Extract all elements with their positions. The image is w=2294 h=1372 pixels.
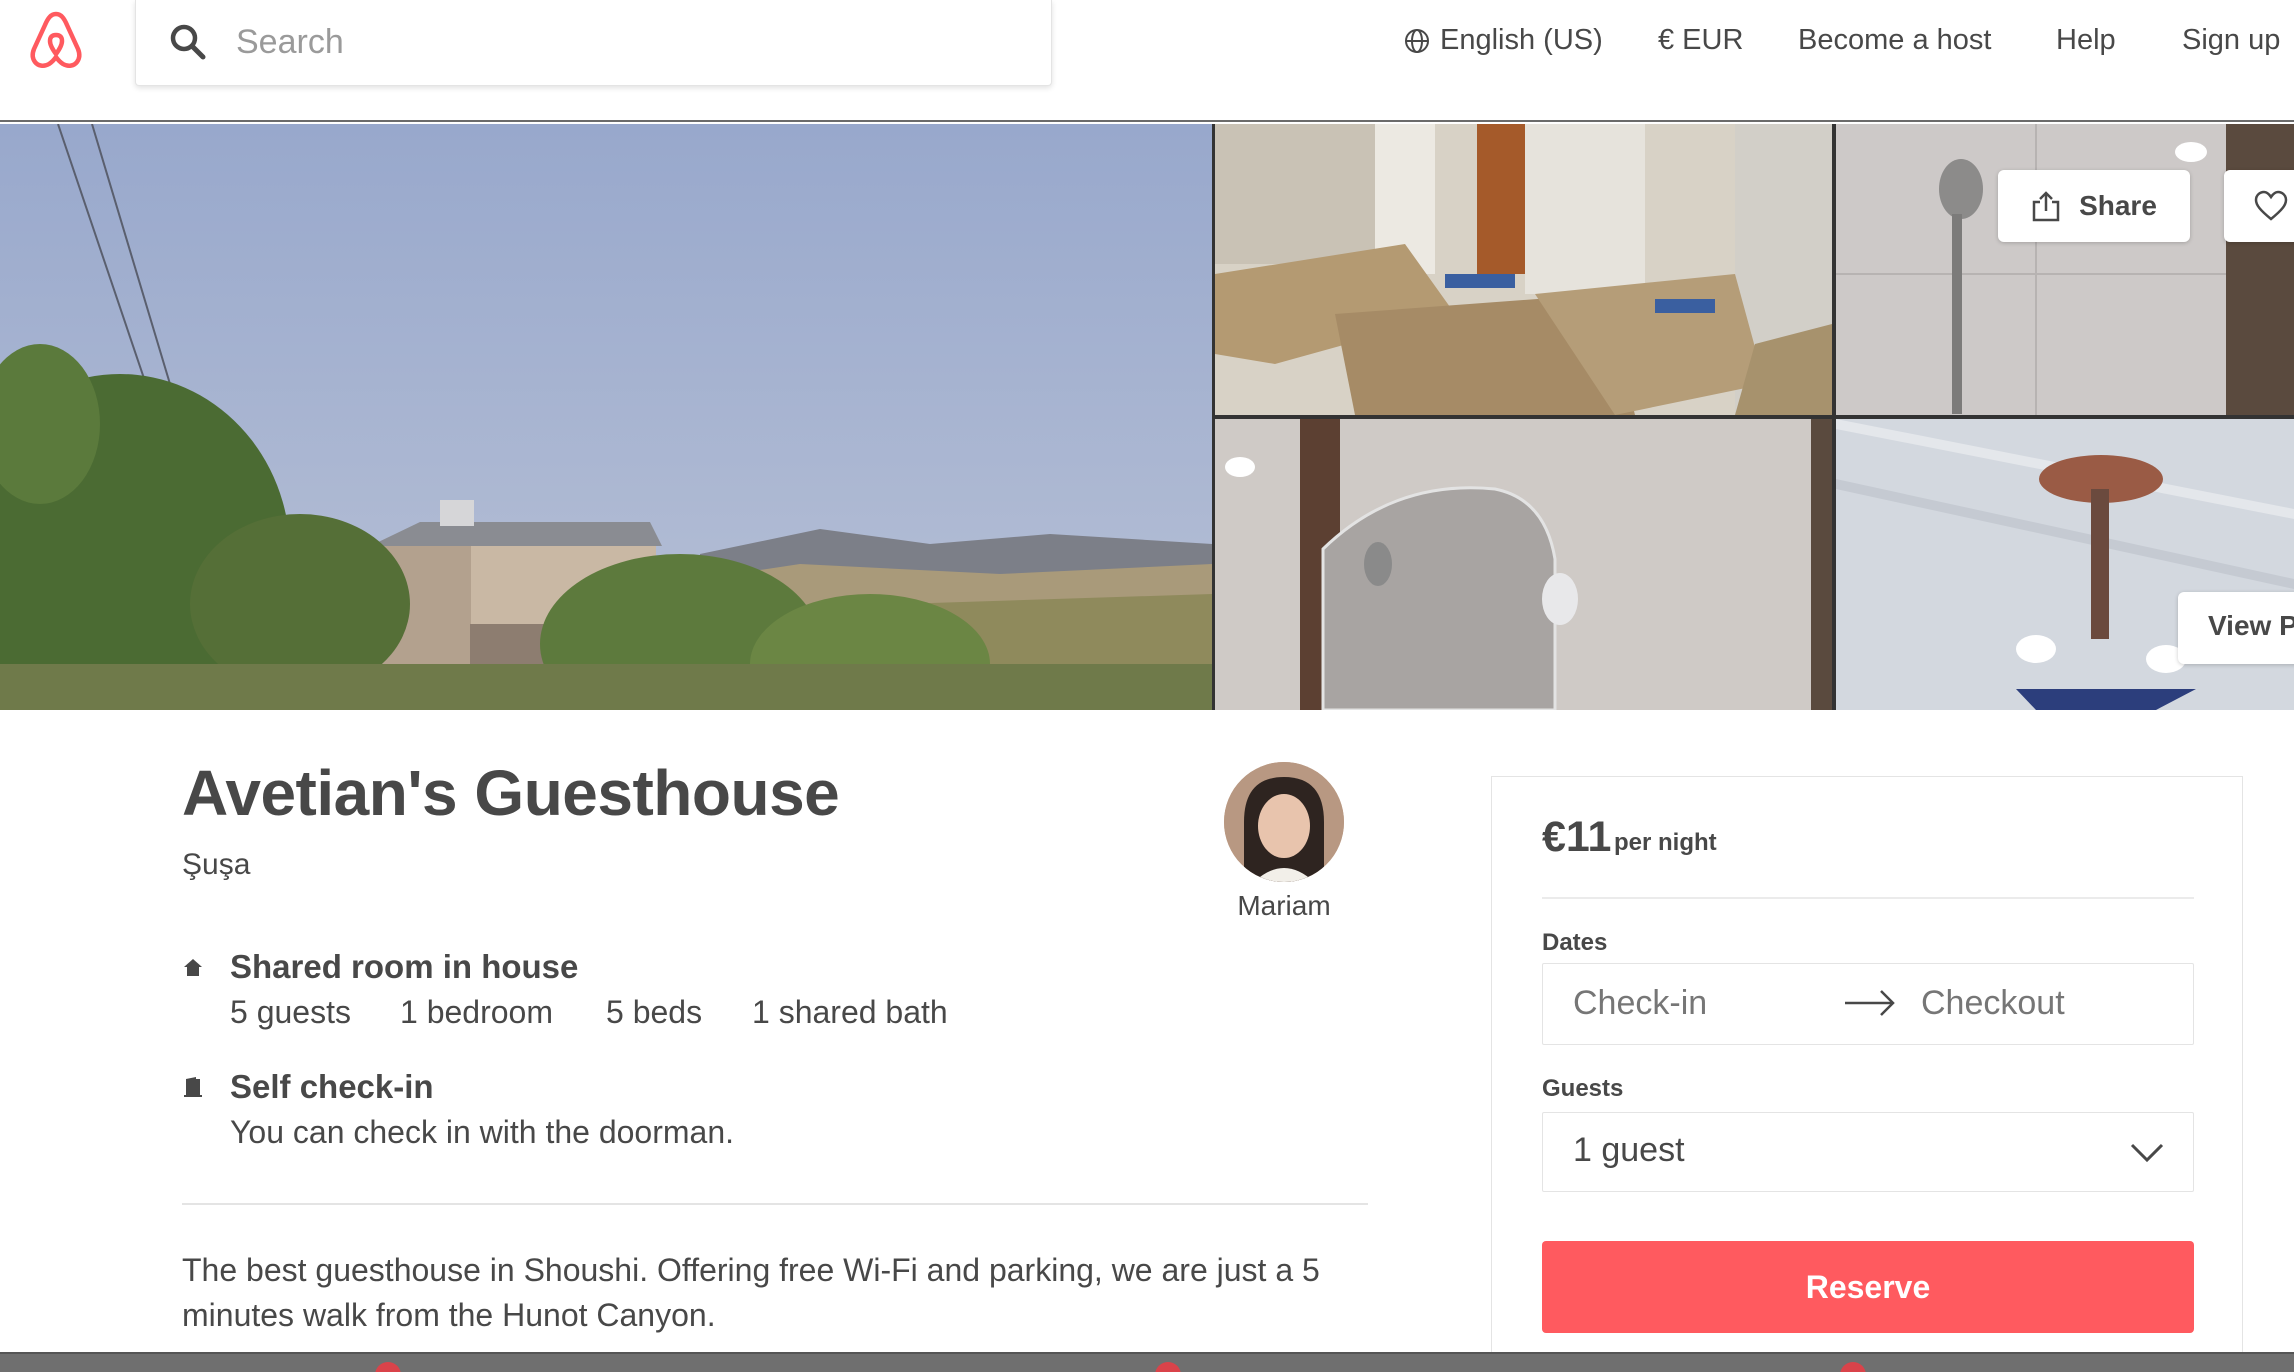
shower-photo[interactable] xyxy=(1836,124,2294,415)
booking-panel: €11 per night Dates Check-in Checkout Gu… xyxy=(1491,776,2243,1372)
host-photo xyxy=(1224,762,1344,882)
section-divider xyxy=(182,1203,1368,1205)
share-button[interactable]: Share xyxy=(1998,170,2190,242)
sign-up-link[interactable]: Sign up xyxy=(2182,24,2280,57)
guests-value: 1 guest xyxy=(1573,1131,1685,1169)
guests-select[interactable]: 1 guest xyxy=(1542,1112,2194,1192)
arrow-right-icon xyxy=(1845,990,1895,1016)
bedroom-photo[interactable] xyxy=(1215,124,1832,415)
listing-location[interactable]: Şuşa xyxy=(182,848,250,882)
bathroom-photo[interactable] xyxy=(1215,419,1832,710)
search-input[interactable] xyxy=(236,14,1016,70)
host-avatar[interactable] xyxy=(1224,762,1344,882)
search-icon xyxy=(170,24,206,60)
globe-icon xyxy=(1405,29,1429,53)
checkin-description: You can check in with the doorman. xyxy=(230,1114,735,1150)
guest-count: 5 guests xyxy=(230,994,351,1030)
language-selector[interactable]: English (US) xyxy=(1440,24,1603,57)
dates-picker[interactable]: Check-in Checkout xyxy=(1542,963,2194,1045)
dates-label: Dates xyxy=(1542,929,1608,956)
listing-title: Avetian's Guesthouse xyxy=(182,757,840,829)
share-label: Share xyxy=(2079,190,2157,221)
search-bar[interactable] xyxy=(135,0,1052,86)
nightly-price: €11 xyxy=(1542,813,1612,861)
taskbar-icon[interactable] xyxy=(1840,1362,1866,1372)
main-photo[interactable] xyxy=(0,124,1212,710)
checkin-field[interactable]: Check-in xyxy=(1573,984,1707,1023)
chevron-down-icon xyxy=(2130,1143,2164,1163)
booking-divider xyxy=(1542,897,2194,899)
host-name[interactable]: Mariam xyxy=(1224,890,1344,922)
currency-selector[interactable]: € EUR xyxy=(1658,24,1743,57)
bath-count: 1 shared bath xyxy=(752,994,948,1030)
bed-count: 5 beds xyxy=(606,994,703,1030)
share-icon xyxy=(2032,191,2060,222)
guests-label: Guests xyxy=(1542,1075,1624,1102)
taskbar-icon[interactable] xyxy=(1155,1362,1181,1372)
airbnb-logo-icon[interactable] xyxy=(24,8,88,72)
taskbar-icon[interactable] xyxy=(375,1362,401,1372)
checkout-field[interactable]: Checkout xyxy=(1921,984,2065,1023)
top-nav: English (US) € EUR Become a host Help Si… xyxy=(0,0,2294,122)
bedroom-count: 1 bedroom xyxy=(400,994,553,1030)
home-icon xyxy=(184,959,202,976)
heart-icon xyxy=(2254,190,2288,221)
view-photos-button[interactable]: View P xyxy=(2178,592,2294,664)
become-host-link[interactable]: Become a host xyxy=(1798,24,1991,57)
help-link[interactable]: Help xyxy=(2056,24,2116,57)
reserve-button[interactable]: Reserve xyxy=(1542,1241,2194,1333)
photo-gallery xyxy=(0,124,2294,710)
room-type-title: Shared room in house xyxy=(230,948,579,985)
listing-description: The best guesthouse in Shoushi. Offering… xyxy=(182,1252,1320,1333)
per-night-label: per night xyxy=(1614,829,1717,856)
lamp-photo[interactable] xyxy=(1836,419,2294,710)
save-button[interactable] xyxy=(2224,170,2294,242)
door-icon xyxy=(184,1077,202,1097)
bottom-toolbar xyxy=(0,1352,2294,1372)
checkin-title: Self check-in xyxy=(230,1068,434,1105)
